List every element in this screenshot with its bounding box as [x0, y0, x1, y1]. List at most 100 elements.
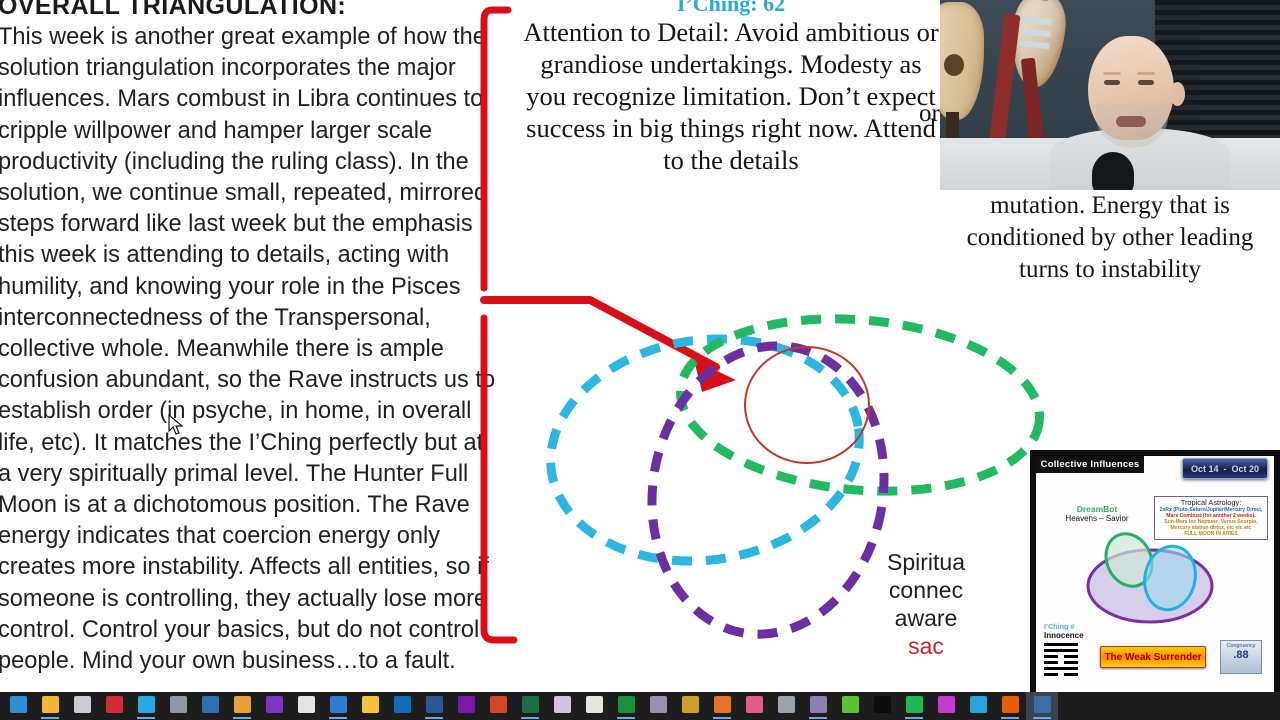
mutation-text-block: mutation. Energy that is conditioned by … [940, 190, 1280, 286]
inset-weak-surrender-banner: The Weak Surrender [1100, 646, 1206, 668]
taskbar-edge-legacy-icon[interactable] [322, 692, 354, 720]
inset-iching-label: I’Ching # [1044, 622, 1075, 631]
taskbar-running-indicator [617, 717, 635, 719]
greenshot-icon [841, 696, 859, 713]
taskbar-gimp-icon[interactable] [802, 692, 834, 720]
hexagram-line-4 [1044, 661, 1078, 664]
taskbar-audacity-icon[interactable] [66, 692, 98, 720]
taskbar-photos-icon[interactable] [738, 692, 770, 720]
presenter-brow-right [1137, 72, 1155, 75]
webcam-overlay[interactable] [940, 0, 1280, 190]
taskbar-greenshot-icon[interactable] [834, 692, 866, 720]
inset-date-end: Oct 20 [1231, 463, 1260, 474]
taskbar-chrome-icon[interactable] [226, 692, 258, 720]
purple-ellipse [647, 341, 889, 639]
taskbar-running-indicator [425, 717, 443, 719]
taskbar-adobe-reader-icon[interactable] [290, 692, 322, 720]
presenter-eye-left [1104, 80, 1120, 85]
taskbar-archive-icon[interactable] [674, 692, 706, 720]
taskbar-telegram-icon[interactable] [962, 692, 994, 720]
taskbar-file-explorer-icon[interactable] [34, 692, 66, 720]
clock-icon [777, 696, 795, 713]
inset-dreambot-label-group: DreamBot Heavens – Savior [1054, 504, 1140, 523]
taskbar-book-icon[interactable] [578, 692, 610, 720]
screen-root: OVERALL TRIANGULATION: This week is anot… [0, 0, 1280, 720]
firefox-icon [1001, 696, 1019, 713]
inset-date-separator: - [1223, 463, 1227, 474]
taskbar-ps-icon[interactable] [642, 692, 674, 720]
telegram-icon [969, 696, 987, 713]
outlook-icon [393, 696, 411, 713]
inset-congruency-value: .88 [1233, 649, 1249, 661]
powerpoint-icon [489, 696, 507, 713]
taskbar-spotify-icon[interactable] [898, 692, 930, 720]
hexagram-line-3 [1044, 655, 1078, 658]
mouse-cursor [168, 414, 184, 435]
presenter-mouth [1116, 116, 1146, 127]
taskbar-onenote-icon[interactable] [450, 692, 482, 720]
calculator-icon [169, 696, 187, 713]
internet-globe-icon [201, 696, 219, 713]
onedrive-icon [137, 696, 155, 713]
taskbar-paint-icon[interactable] [546, 692, 578, 720]
taskbar-teamviewer-icon[interactable] [610, 692, 642, 720]
presenter-ear [1170, 82, 1185, 106]
taskbar-running-indicator [137, 717, 155, 719]
taskbar-outlook-icon[interactable] [386, 692, 418, 720]
taskbar-word-icon[interactable] [418, 692, 450, 720]
obs-studio-icon [1033, 696, 1051, 713]
spiritual-text-fragment: Spiritua connec aware sac [866, 548, 986, 660]
iching-block: I’Ching: 62 Attention to Detail: Avoid a… [516, 0, 946, 176]
chrome-icon [233, 696, 251, 713]
taskbar-powerpoint-icon[interactable] [482, 692, 514, 720]
taskbar-notepad-icon[interactable] [354, 692, 386, 720]
clipchamp-icon [937, 696, 955, 713]
adobe-reader-icon [297, 696, 315, 713]
terminal-icon [873, 696, 891, 713]
taskbar-running-indicator [1033, 717, 1051, 719]
gimp-icon [809, 696, 827, 713]
book-icon [585, 696, 603, 713]
taskbar-clock-icon[interactable] [770, 692, 802, 720]
iching-body-text: Attention to Detail: Avoid ambitious or … [523, 17, 939, 175]
taskbar-onedrive-icon[interactable] [130, 692, 162, 720]
file-explorer-icon [41, 696, 59, 713]
taskbar-start-icon[interactable] [2, 692, 34, 720]
spiritual-line-3: aware [894, 605, 958, 631]
shutdown-icon [105, 696, 123, 713]
taskbar-running-indicator [1001, 717, 1019, 719]
taskbar-terminal-icon[interactable] [866, 692, 898, 720]
microphone-icon [1092, 152, 1134, 190]
inset-iching-name: Innocence [1044, 631, 1084, 640]
iching-heading: I’Ching: 62 [676, 0, 786, 16]
taskbar-internet-globe-icon[interactable] [194, 692, 226, 720]
taskbar-running-indicator [41, 717, 59, 719]
hexagram-line-1 [1044, 643, 1078, 646]
taskbar-firefox-icon[interactable] [994, 692, 1026, 720]
spotify-icon [905, 696, 923, 713]
taskbar-clipchamp-icon[interactable] [930, 692, 962, 720]
taskbar-running-indicator [905, 717, 923, 719]
taskbar-vlc-icon[interactable] [706, 692, 738, 720]
inset-date-start: Oct 14 [1190, 463, 1219, 474]
onenote-icon [457, 696, 475, 713]
vlc-icon [713, 696, 731, 713]
taskbar-running-indicator [809, 717, 827, 719]
triangulation-ellipse-diagram [546, 314, 1044, 639]
windows-taskbar[interactable] [0, 692, 1280, 720]
taskbar-shutdown-icon[interactable] [98, 692, 130, 720]
taskbar-bluetooth-icon[interactable] [258, 692, 290, 720]
paint-icon [553, 696, 571, 713]
taskbar-calculator-icon[interactable] [162, 692, 194, 720]
taskbar-excel-icon[interactable] [514, 692, 546, 720]
archive-icon [681, 696, 699, 713]
collective-influences-inset[interactable]: Collective Influences Oct 14 - Oct 20 Dr… [1030, 450, 1280, 700]
audacity-icon [73, 696, 91, 713]
page-title: OVERALL TRIANGULATION: [0, 0, 347, 20]
taskbar-running-indicator [233, 717, 251, 719]
word-icon [425, 696, 443, 713]
start-icon [9, 696, 27, 713]
inset-iching-group: I’Ching # Innocence [1044, 622, 1104, 676]
taskbar-obs-studio-icon[interactable] [1026, 692, 1058, 720]
taskbar-running-indicator [521, 717, 539, 719]
